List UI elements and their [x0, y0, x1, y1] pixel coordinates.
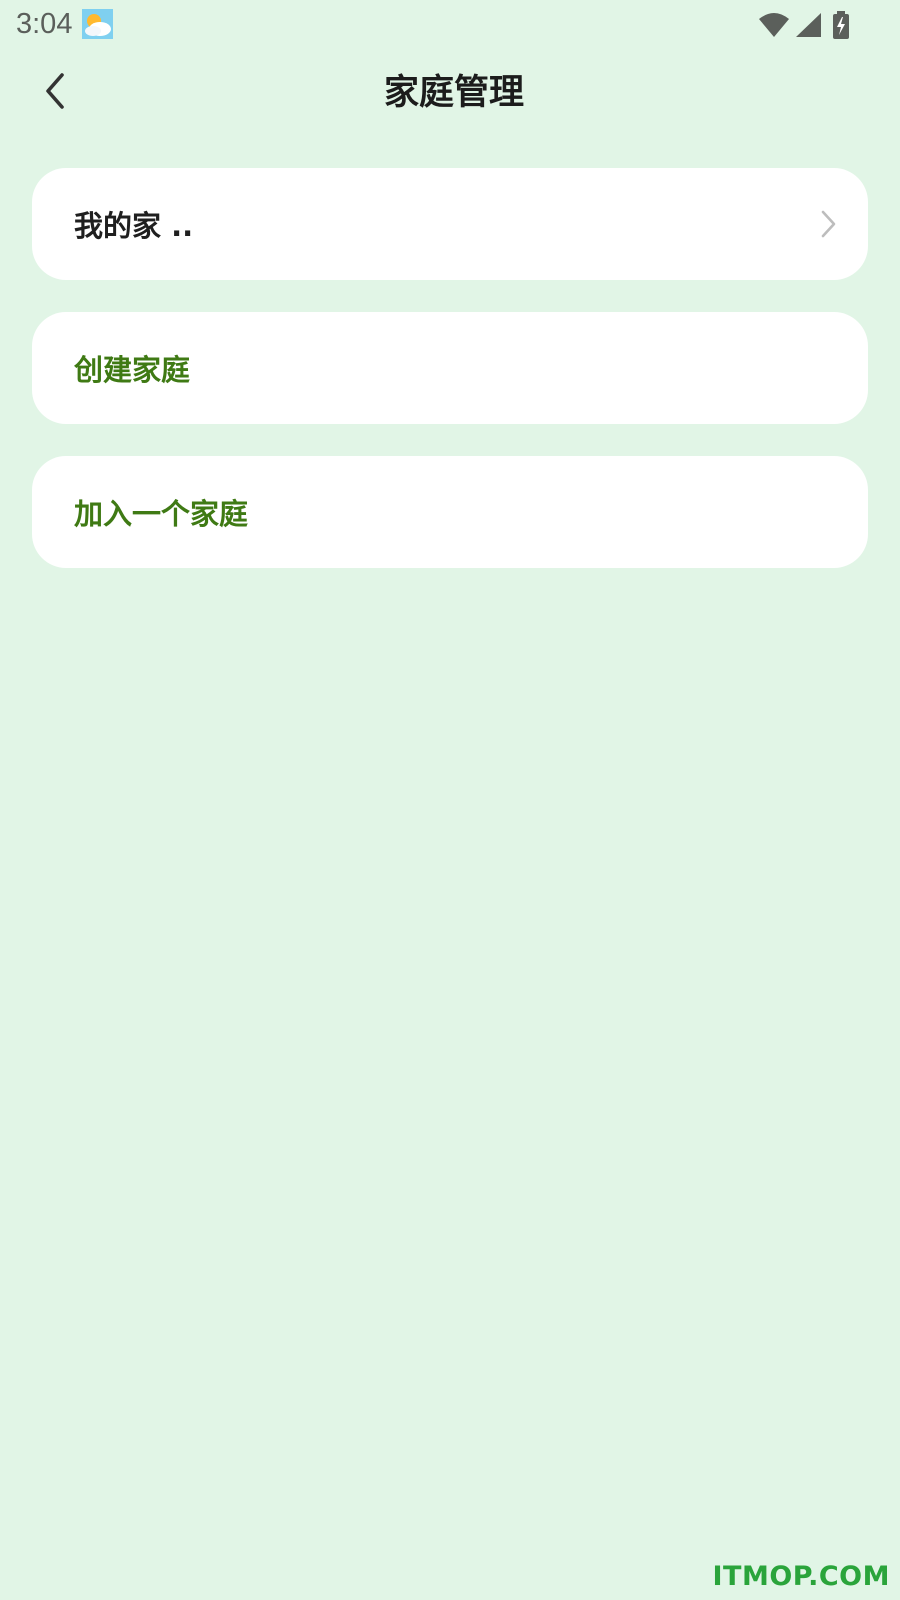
- my-home-label: 我的家 ..: [74, 209, 194, 243]
- status-time: 3:04: [16, 8, 73, 40]
- create-home-label: 创建家庭: [74, 353, 191, 387]
- join-home-button[interactable]: 加入一个家庭: [32, 456, 868, 568]
- battery-charging-icon: [832, 11, 850, 39]
- wifi-icon: [758, 12, 790, 38]
- weather-icon: [82, 9, 113, 39]
- join-home-label: 加入一个家庭: [74, 497, 249, 531]
- chevron-right-icon: [818, 209, 838, 239]
- watermark: ITMOP.COM: [712, 1561, 890, 1592]
- status-bar: 3:04: [0, 0, 900, 50]
- create-home-button[interactable]: 创建家庭: [32, 312, 868, 424]
- page-title: 家庭管理: [383, 73, 524, 113]
- signal-icon: [794, 12, 822, 38]
- app-bar: 家庭管理: [0, 60, 900, 126]
- my-home-item[interactable]: 我的家 ..: [32, 168, 868, 280]
- status-icons: [758, 8, 850, 42]
